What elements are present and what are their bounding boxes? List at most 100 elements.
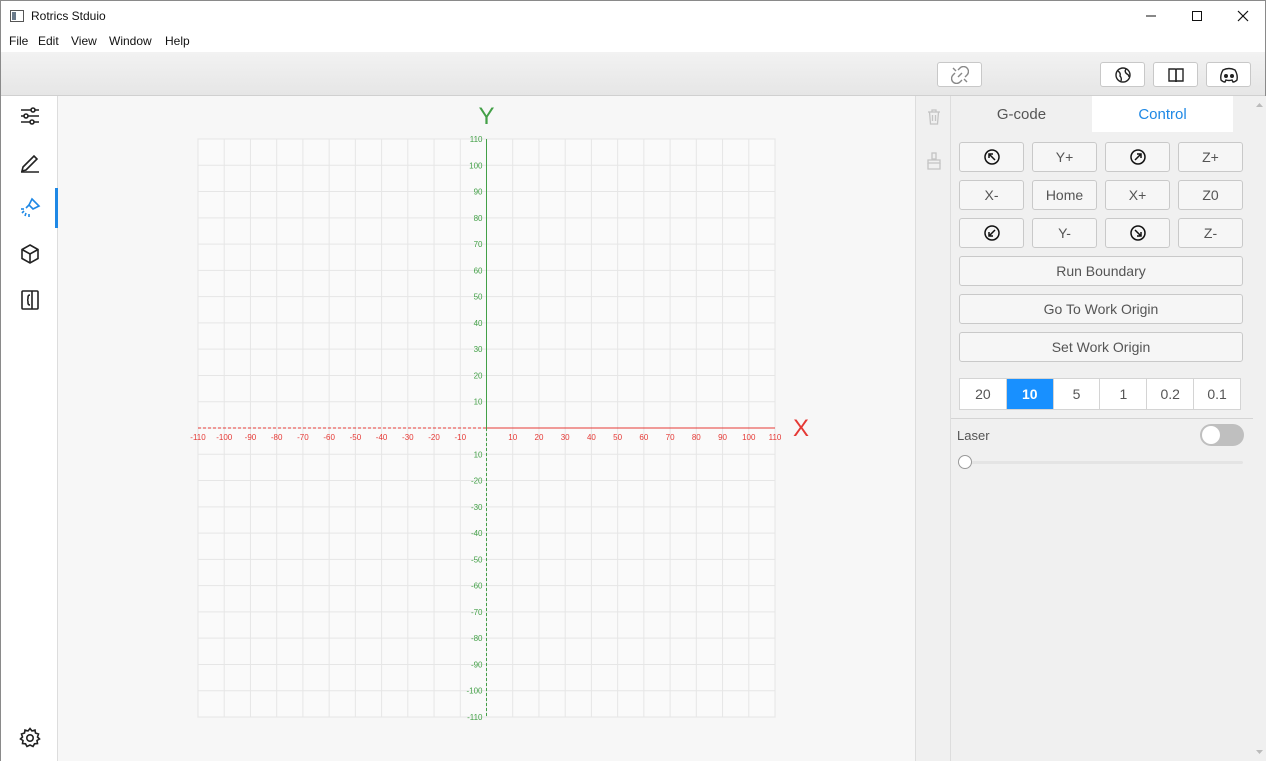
- left-sidebar: [1, 96, 58, 761]
- y-tick-label: 10: [474, 398, 483, 407]
- app-window: Rotrics Stduio File Edit View Window Hel…: [0, 0, 1266, 761]
- title-bar: Rotrics Stduio: [1, 1, 1265, 31]
- x-tick-label: 90: [718, 433, 727, 442]
- jog-down-left-button[interactable]: [959, 218, 1024, 248]
- x-tick-label: -50: [350, 433, 362, 442]
- x-tick-label: 40: [587, 433, 596, 442]
- jog-down-right-button[interactable]: [1105, 218, 1170, 248]
- x-tick-label: 10: [508, 433, 517, 442]
- globe-icon: [1114, 66, 1131, 83]
- menu-view[interactable]: View: [71, 34, 97, 48]
- x-tick-label: 30: [561, 433, 570, 442]
- minimize-button[interactable]: [1128, 1, 1174, 31]
- arrow-down-left-icon: [983, 225, 1000, 241]
- menu-window[interactable]: Window: [109, 34, 152, 48]
- discord-icon: [1219, 67, 1238, 83]
- coordinate-grid: -110 -100 -90 -80 -70 -60 -50 -40 -30 -20 -10 10 20 3…: [190, 103, 809, 722]
- scroll-down-icon: [1256, 750, 1263, 754]
- x-axis-label: X: [793, 415, 809, 442]
- delete-button[interactable]: [925, 108, 943, 131]
- minimize-icon: [1146, 15, 1156, 17]
- jog-z0-button[interactable]: Z0: [1178, 180, 1243, 210]
- run-boundary-button[interactable]: Run Boundary: [959, 256, 1243, 286]
- brush-icon: [927, 152, 941, 170]
- y-tick-label: -60: [471, 582, 483, 591]
- menu-help[interactable]: Help: [165, 34, 190, 48]
- sidebar-item-laser[interactable]: [1, 188, 58, 228]
- jog-up-left-button[interactable]: [959, 142, 1024, 172]
- y-tick-label: -80: [471, 634, 483, 643]
- sidebar-item-draw[interactable]: [1, 142, 58, 182]
- x-tick-label: -20: [428, 433, 440, 442]
- step-option-selected[interactable]: 10: [1006, 379, 1054, 409]
- x-tick-label: -60: [323, 433, 335, 442]
- sidebar-item-3d[interactable]: [1, 234, 58, 274]
- go-to-work-origin-button[interactable]: Go To Work Origin: [959, 294, 1243, 324]
- y-tick-label: -110: [467, 713, 483, 722]
- manual-button[interactable]: [1153, 62, 1198, 87]
- y-tick-label: 100: [469, 161, 483, 170]
- tab-control[interactable]: Control: [1092, 96, 1233, 132]
- y-tick-label: -30: [471, 503, 483, 512]
- jog-z-minus-button[interactable]: Z-: [1178, 218, 1243, 248]
- x-tick-label: 110: [769, 433, 782, 442]
- canvas-tools: [915, 96, 951, 761]
- connect-button[interactable]: [937, 62, 982, 87]
- x-tick-label: -90: [245, 433, 257, 442]
- laser-toggle[interactable]: [1200, 424, 1244, 446]
- workspace-canvas[interactable]: -110 -100 -90 -80 -70 -60 -50 -40 -30 -20 -10 10 20 3…: [58, 96, 915, 761]
- step-option[interactable]: 0.2: [1147, 379, 1195, 409]
- x-tick-label: 60: [639, 433, 648, 442]
- discord-button[interactable]: [1206, 62, 1251, 87]
- laser-power-slider-handle[interactable]: [958, 455, 972, 469]
- y-tick-label: 10: [474, 450, 483, 459]
- jog-z-plus-button[interactable]: Z+: [1178, 142, 1243, 172]
- book-icon: [1167, 67, 1184, 82]
- y-tick-label: 70: [474, 240, 483, 249]
- app-icon: [10, 10, 24, 22]
- jog-y-minus-button[interactable]: Y-: [1032, 218, 1097, 248]
- step-option[interactable]: 5: [1054, 379, 1101, 409]
- jog-y-plus-button[interactable]: Y+: [1032, 142, 1097, 172]
- sidebar-item-preferences[interactable]: [1, 718, 58, 758]
- x-tick-label: -100: [216, 433, 233, 442]
- y-tick-label: 30: [474, 345, 483, 354]
- step-option[interactable]: 0.1: [1194, 379, 1240, 409]
- y-tick-label: 60: [474, 266, 483, 275]
- step-option[interactable]: 1: [1100, 379, 1148, 409]
- tab-gcode[interactable]: G-code: [951, 96, 1092, 132]
- maximize-button[interactable]: [1174, 1, 1220, 31]
- gear-icon: [18, 727, 41, 748]
- jog-x-plus-button[interactable]: X+: [1105, 180, 1170, 210]
- x-tick-label: -40: [376, 433, 388, 442]
- y-tick-label: 80: [474, 214, 483, 223]
- close-button[interactable]: [1220, 1, 1266, 31]
- set-work-origin-button[interactable]: Set Work Origin: [959, 332, 1243, 362]
- sidebar-item-code[interactable]: [1, 280, 58, 320]
- menu-bar: File Edit View Window Help: [1, 31, 1265, 52]
- y-tick-label: -50: [471, 555, 483, 564]
- y-tick-label: -90: [471, 660, 483, 669]
- website-button[interactable]: [1100, 62, 1145, 87]
- y-tick-label: -40: [471, 529, 483, 538]
- jog-x-minus-button[interactable]: X-: [959, 180, 1024, 210]
- code-book-icon: [20, 290, 39, 310]
- menu-edit[interactable]: Edit: [38, 34, 59, 48]
- y-tick-label: -70: [471, 608, 483, 617]
- y-tick-label: 20: [474, 371, 483, 380]
- y-axis-label: Y: [478, 103, 494, 130]
- step-option[interactable]: 20: [960, 379, 1007, 409]
- step-size-selector: 20 10 5 1 0.2 0.1: [959, 378, 1241, 410]
- laser-power-slider[interactable]: [965, 461, 1243, 464]
- cube-icon: [20, 244, 39, 264]
- sidebar-item-settings[interactable]: [1, 96, 58, 136]
- menu-file[interactable]: File: [9, 34, 28, 48]
- toolbar: [1, 52, 1265, 96]
- panel-scrollbar[interactable]: [1253, 96, 1266, 761]
- home-button[interactable]: Home: [1032, 180, 1097, 210]
- x-tick-label: -110: [190, 433, 206, 442]
- clear-button[interactable]: [925, 152, 943, 175]
- panel-tabs: G-code Control: [951, 96, 1253, 132]
- control-panel: G-code Control Y+ Z+ X- Home X+ Z0 Y- Z-…: [951, 96, 1253, 761]
- jog-up-right-button[interactable]: [1105, 142, 1170, 172]
